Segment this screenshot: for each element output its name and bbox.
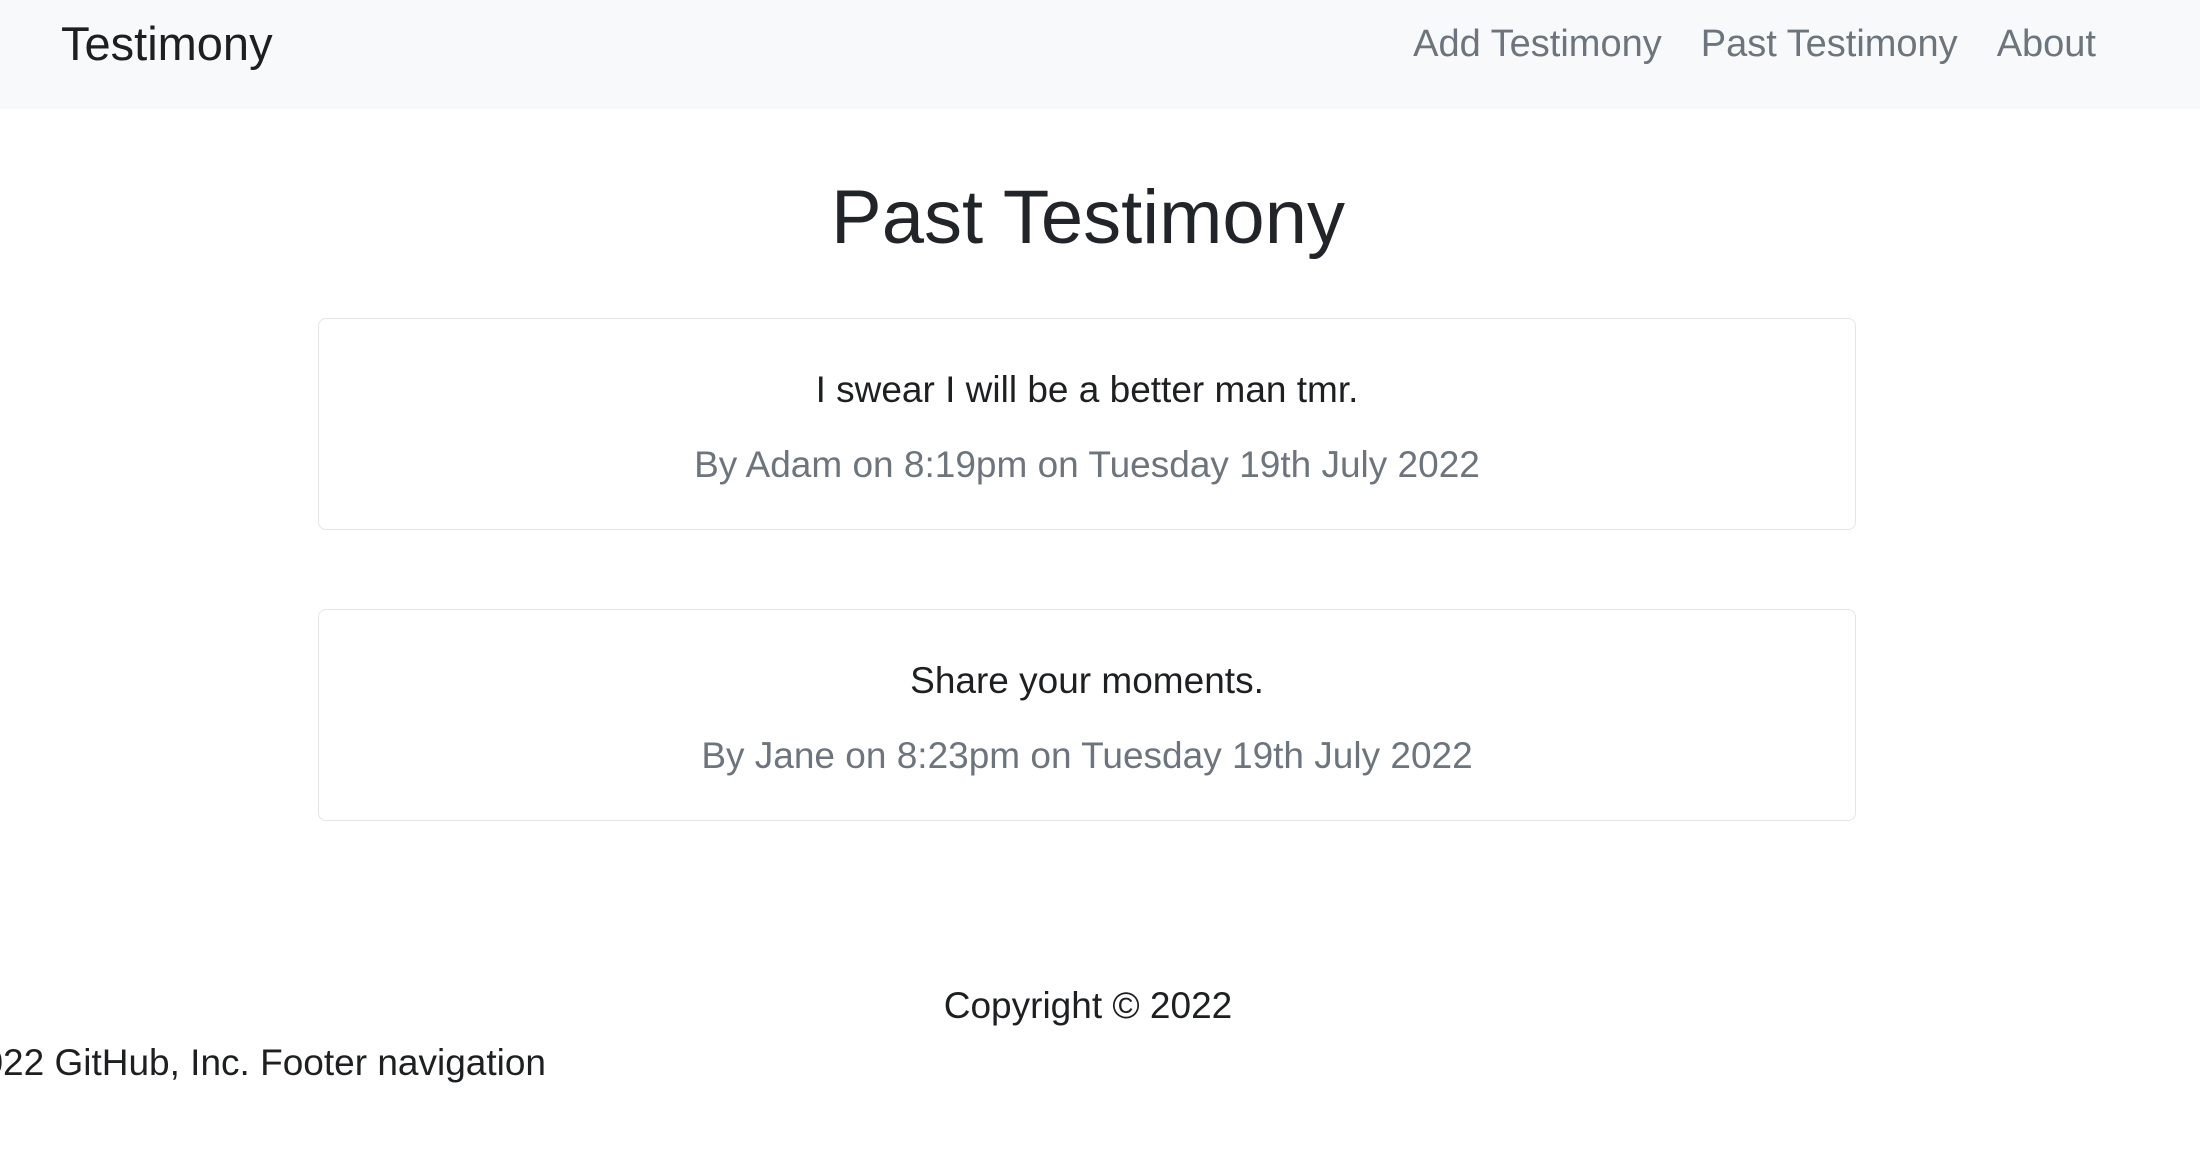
testimony-card: Share your moments. By Jane on 8:23pm on…: [318, 609, 1856, 821]
page-title: Past Testimony: [831, 175, 1345, 260]
footer-copyright: Copyright © 2022: [943, 985, 1233, 1026]
nav-link-add-testimony[interactable]: Add Testimony: [1413, 14, 1662, 74]
github-footer-text: 022 GitHub, Inc. Footer navigation: [0, 1042, 546, 1083]
testimony-text: I swear I will be a better man tmr.: [815, 369, 1359, 410]
testimony-meta: By Jane on 8:23pm on Tuesday 19th July 2…: [701, 735, 1473, 776]
brand-link[interactable]: Testimony: [61, 14, 273, 74]
testimony-text: Share your moments.: [910, 660, 1264, 701]
nav-link-past-testimony[interactable]: Past Testimony: [1701, 14, 1958, 74]
top-navbar: Testimony Add Testimony Past Testimony A…: [0, 0, 2200, 109]
nav-link-about[interactable]: About: [1997, 14, 2096, 74]
testimony-card: I swear I will be a better man tmr. By A…: [318, 318, 1856, 530]
nav-links: Add Testimony Past Testimony About: [1413, 14, 2096, 74]
testimony-meta: By Adam on 8:19pm on Tuesday 19th July 2…: [694, 444, 1480, 485]
